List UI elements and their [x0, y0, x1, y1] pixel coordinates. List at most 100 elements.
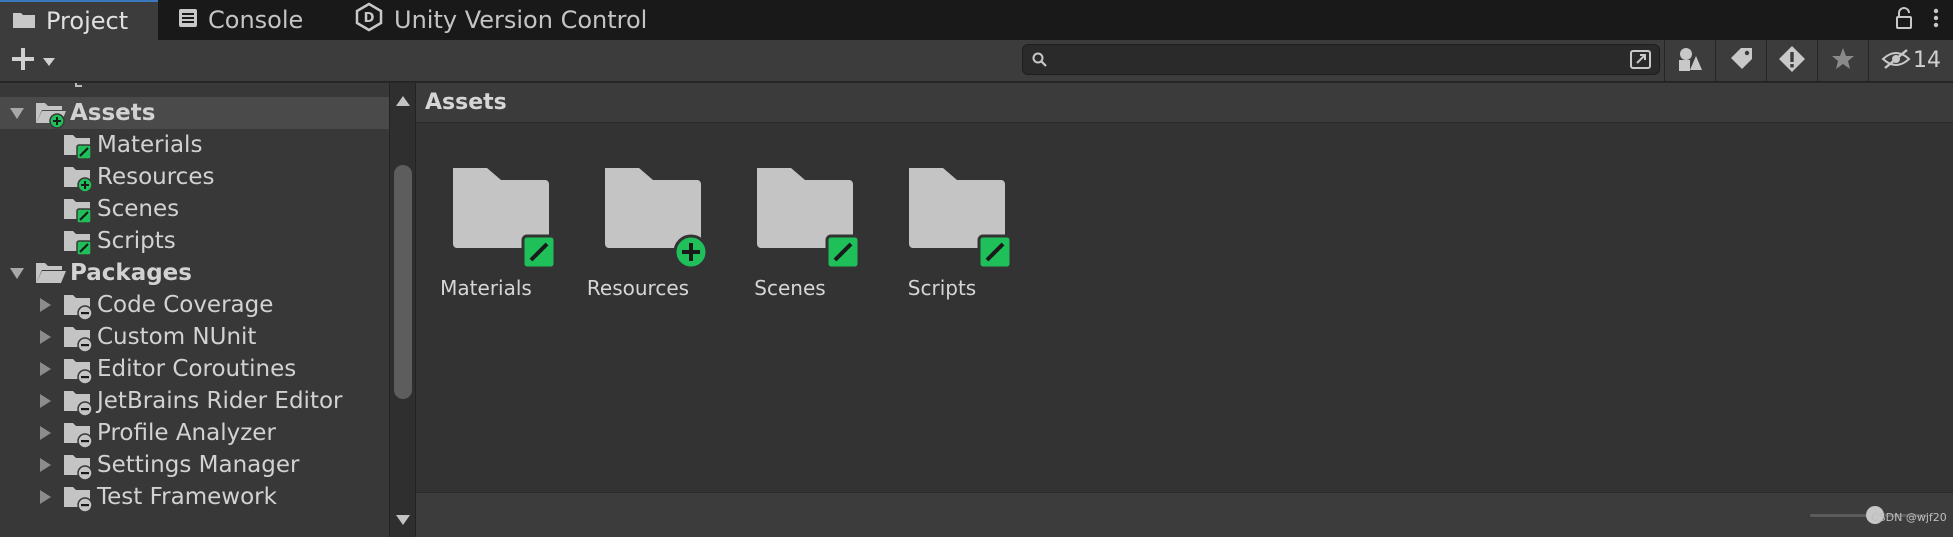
project-toolbar: 14 [0, 40, 1953, 82]
create-dropdown-button[interactable] [10, 44, 56, 78]
collapsed-arrow-icon[interactable] [36, 360, 54, 378]
search-by-type-button[interactable] [1664, 40, 1715, 81]
tree-item-profile-analyzer[interactable]: Profile Analyzer [0, 417, 389, 449]
tree-item-label: Profile Analyzer [97, 420, 276, 446]
tree-item-packages[interactable]: Packages [0, 257, 389, 289]
tree-item-label: Assets [70, 100, 156, 126]
grid-item-label: Resources [586, 276, 690, 300]
expand-arrow-icon[interactable] [8, 264, 26, 282]
tree-item-materials[interactable]: Materials [0, 129, 389, 161]
tree-item-label: Settings Manager [97, 452, 300, 478]
tab-bar: Project Console D Unity Version Control [0, 0, 1953, 40]
tree-item-resources[interactable]: Resources [0, 161, 389, 193]
project-tree: Assets Materials Resources Scenes Script… [0, 83, 389, 537]
tree-item-label: Editor Coroutines [97, 356, 297, 382]
collapsed-arrow-icon[interactable] [36, 328, 54, 346]
tree-item-scenes[interactable]: Scenes [0, 193, 389, 225]
eye-slash-icon [1881, 48, 1911, 74]
asset-grid-pane: Assets Materials Resources Scenes Script… [415, 83, 1953, 537]
folder-icon [12, 7, 36, 35]
star-icon [1830, 46, 1856, 76]
tree-item-label: Test Framework [97, 484, 277, 510]
folder-icon [62, 355, 93, 385]
tab-bar-actions [1895, 0, 1939, 40]
tab-unity-version-control[interactable]: D Unity Version Control [354, 0, 654, 40]
tab-label: Console [208, 6, 304, 34]
folder-icon [62, 387, 93, 417]
tab-console[interactable]: Console [178, 0, 328, 40]
tree-item-label: JetBrains Rider Editor [97, 388, 343, 414]
tree-item-assets[interactable]: Assets [0, 97, 389, 129]
folder-icon [62, 419, 93, 449]
partial-row-fragment [74, 83, 88, 87]
folder-icon [62, 163, 93, 193]
tree-item-label: Materials [97, 132, 203, 158]
shapes-icon [1677, 46, 1703, 76]
grid-item-label: Scripts [907, 276, 977, 300]
collapsed-arrow-icon[interactable] [36, 424, 54, 442]
lock-icon[interactable] [1895, 7, 1913, 33]
grid-item-label: Scenes [754, 276, 826, 300]
chevron-down-icon [42, 52, 56, 71]
breadcrumb-item-assets[interactable]: Assets [425, 90, 507, 115]
search-icon [1032, 52, 1048, 72]
scroll-down-arrow-icon[interactable] [395, 511, 411, 525]
folder-icon [62, 227, 92, 256]
folder-icon [599, 166, 709, 275]
search-input[interactable] [1055, 47, 1615, 72]
collapsed-arrow-icon[interactable] [36, 488, 54, 506]
expand-arrow-icon[interactable] [8, 104, 26, 122]
folder-icon [62, 483, 93, 513]
version-control-icon: D [354, 2, 384, 38]
tree-item-settings-manager[interactable]: Settings Manager [0, 449, 389, 481]
open-search-window-icon[interactable] [1627, 47, 1655, 73]
folder-icon [62, 291, 93, 321]
grid-item-resources[interactable]: Resources [568, 166, 709, 326]
folder-icon [62, 451, 93, 481]
tree-item-scripts[interactable]: Scripts [0, 225, 389, 257]
console-icon [178, 6, 198, 34]
grid-item-label: Materials [440, 276, 532, 300]
favorites-button[interactable] [1817, 40, 1868, 81]
hidden-packages-toggle[interactable]: 14 [1868, 40, 1953, 81]
tree-item-label: Packages [70, 260, 192, 286]
folder-open-icon [34, 99, 66, 129]
search-by-label-button[interactable] [1715, 40, 1766, 81]
plus-icon [10, 46, 36, 76]
tree-item-label: Resources [97, 164, 215, 190]
folder-icon [62, 323, 93, 353]
tab-label: Unity Version Control [394, 6, 648, 34]
watermark-text: CSDN @wjf20 [1871, 511, 1947, 524]
tree-scrollbar[interactable] [389, 83, 415, 537]
tree-item-test-framework[interactable]: Test Framework [0, 481, 389, 513]
tree-item-label: Code Coverage [97, 292, 274, 318]
tab-project[interactable]: Project [0, 0, 158, 40]
tree-item-code-coverage[interactable]: Code Coverage [0, 289, 389, 321]
log-types-button[interactable] [1766, 40, 1817, 81]
warning-icon [1778, 45, 1806, 77]
svg-text:D: D [364, 11, 375, 26]
breadcrumb: Assets [416, 83, 1953, 123]
scrollbar-thumb[interactable] [394, 165, 412, 399]
tree-item-label: Scripts [97, 228, 176, 254]
tree-item-jetbrains-rider-editor[interactable]: JetBrains Rider Editor [0, 385, 389, 417]
more-menu-icon[interactable] [1933, 7, 1939, 33]
collapsed-arrow-icon[interactable] [36, 392, 54, 410]
folder-icon [447, 166, 557, 275]
folder-icon [62, 131, 92, 160]
collapsed-arrow-icon[interactable] [36, 456, 54, 474]
tree-item-editor-coroutines[interactable]: Editor Coroutines [0, 353, 389, 385]
hidden-packages-count: 14 [1913, 48, 1941, 73]
grid-item-materials[interactable]: Materials [416, 166, 557, 326]
folder-open-icon [34, 259, 66, 287]
grid-item-scripts[interactable]: Scripts [872, 166, 1013, 326]
scroll-up-arrow-icon[interactable] [395, 92, 411, 106]
folder-icon [751, 166, 861, 275]
search-field[interactable] [1022, 44, 1660, 75]
tab-label: Project [46, 7, 129, 35]
tree-item-custom-nunit[interactable]: Custom NUnit [0, 321, 389, 353]
folder-icon [62, 195, 92, 224]
collapsed-arrow-icon[interactable] [36, 296, 54, 314]
grid-footer: CSDN @wjf20 [416, 492, 1953, 537]
grid-item-scenes[interactable]: Scenes [720, 166, 861, 326]
